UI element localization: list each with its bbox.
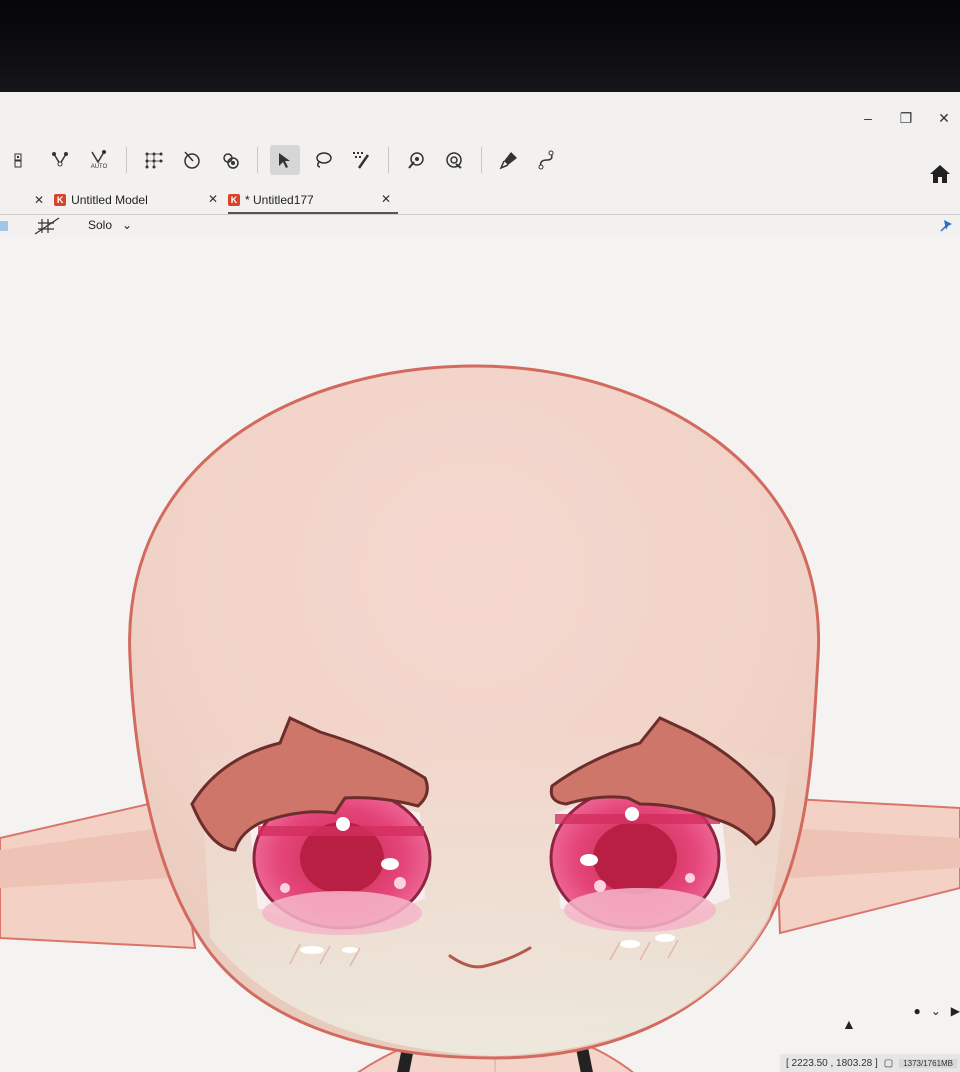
home-icon[interactable]	[928, 162, 952, 186]
view-options-bar: Solo ⌄	[0, 214, 960, 238]
cubism-file-icon: K	[228, 194, 240, 206]
toolbar-separator	[126, 147, 127, 173]
warp-deformer-icon[interactable]	[46, 145, 76, 175]
lasso-icon[interactable]	[308, 145, 338, 175]
monitor-bezel	[0, 0, 960, 92]
app-window: – ❐ ✕ AUTO ✕ K Untitled Model ✕ K * Unti…	[0, 92, 960, 1072]
play-icon[interactable]: ▶	[951, 1004, 960, 1018]
window-controls: – ❐ ✕	[860, 110, 952, 127]
document-tabs: ✕ K Untitled Model ✕ K * Untitled177 ✕	[0, 188, 960, 215]
status-bar: [ 2223.50 , 1803.28 ] ▢ 1373/1761MB	[780, 1054, 960, 1072]
layout-icon[interactable]	[8, 145, 38, 175]
record-icon[interactable]: ●	[913, 1004, 920, 1018]
pen-icon[interactable]	[494, 145, 524, 175]
tab-untitled-model[interactable]: ✕ K Untitled Model	[34, 188, 148, 212]
deform-path-icon[interactable]	[439, 145, 469, 175]
close-button[interactable]: ✕	[936, 110, 952, 127]
tab-close-icon[interactable]: ✕	[34, 193, 44, 207]
path-icon[interactable]	[532, 145, 562, 175]
minimize-button[interactable]: –	[860, 110, 876, 127]
pin-icon[interactable]	[940, 218, 954, 232]
brush-select-icon[interactable]	[346, 145, 376, 175]
tab-close-icon[interactable]: ✕	[208, 192, 218, 206]
panel-edge-icon	[0, 221, 8, 231]
maximize-button[interactable]: ❐	[898, 110, 914, 127]
toolbar-separator	[388, 147, 389, 173]
auto-label: AUTO	[90, 164, 108, 170]
memory-usage: 1373/1761MB	[899, 1058, 958, 1068]
character-artwork	[0, 364, 960, 1072]
select-arrow-icon[interactable]	[270, 145, 300, 175]
display-mode-label: Solo	[88, 218, 113, 232]
display-mode-select[interactable]: Solo ⌄	[88, 218, 132, 232]
grid-toggle-icon[interactable]	[34, 217, 60, 235]
deform-brush-icon[interactable]	[401, 145, 431, 175]
playback-controls: ● ⌄ ▶	[913, 1004, 960, 1018]
chevron-down-icon[interactable]: ⌄	[931, 1004, 941, 1018]
tab-untitled177[interactable]: K * Untitled177	[228, 188, 398, 214]
window-icon: ▢	[883, 1057, 894, 1069]
toolbar: AUTO	[0, 136, 960, 184]
tab-label: * Untitled177	[245, 193, 314, 207]
tab-label: Untitled Model	[71, 193, 148, 207]
cursor-coordinates: [ 2223.50 , 1803.28 ]	[786, 1057, 878, 1069]
glue-icon[interactable]	[215, 145, 245, 175]
mouse-cursor-icon: ▲	[842, 1016, 856, 1032]
toolbar-separator	[257, 147, 258, 173]
model-canvas[interactable]	[0, 238, 960, 1072]
toolbar-separator	[481, 147, 482, 173]
chevron-down-icon: ⌄	[122, 218, 133, 232]
mesh-edit-icon[interactable]	[139, 145, 169, 175]
auto-mesh-icon[interactable]: AUTO	[84, 145, 114, 175]
cubism-file-icon: K	[54, 194, 67, 206]
rotation-deformer-icon[interactable]	[177, 145, 207, 175]
tab-close-icon[interactable]: ✕	[381, 192, 391, 206]
